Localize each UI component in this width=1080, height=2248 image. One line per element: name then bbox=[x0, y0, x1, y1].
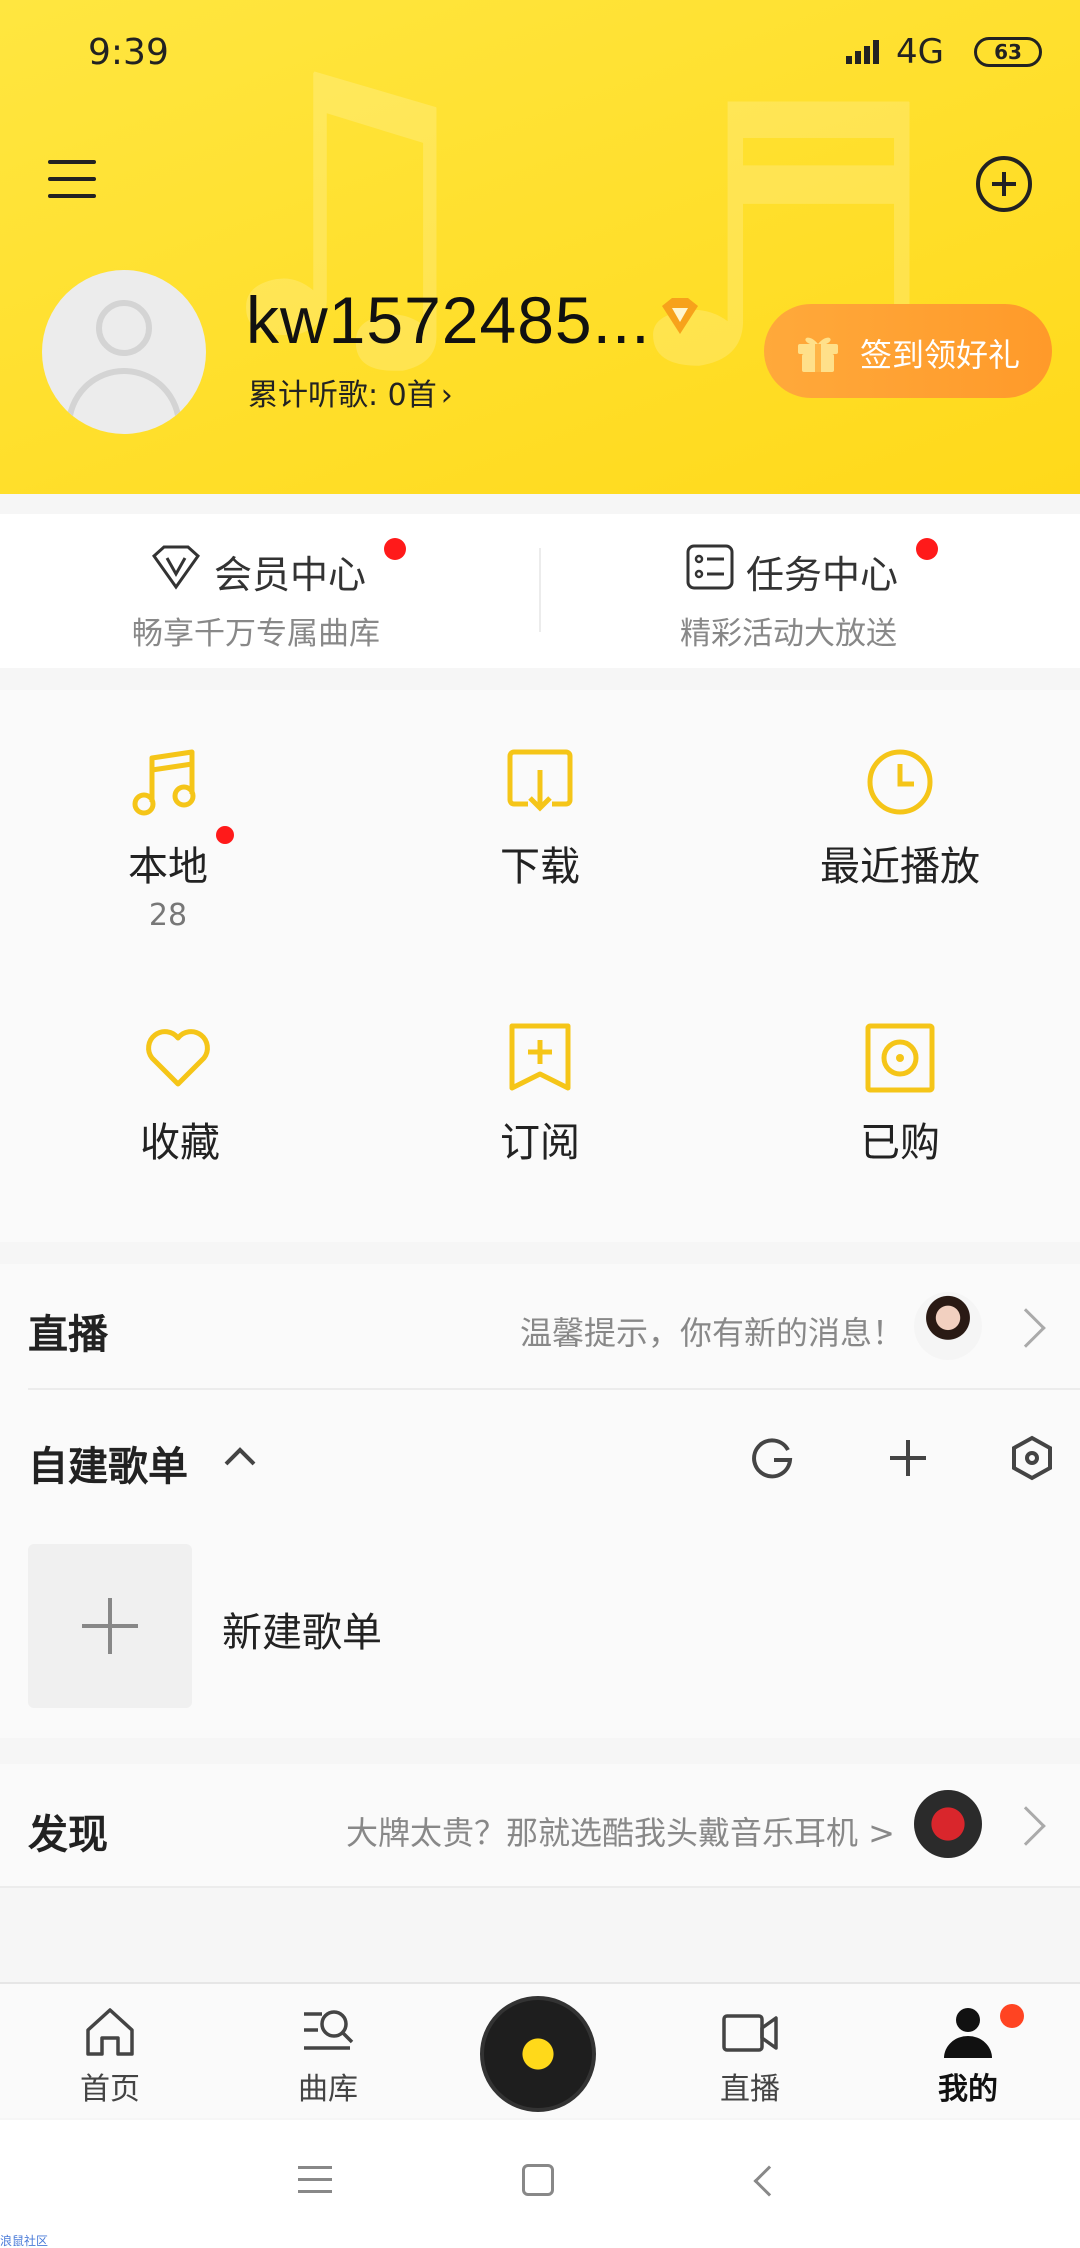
signal-icon bbox=[846, 40, 879, 64]
checkin-button[interactable]: 签到领好礼 bbox=[764, 304, 1052, 398]
live-title: 直播 bbox=[28, 1312, 108, 1358]
chevron-up-icon[interactable] bbox=[222, 1444, 258, 1468]
video-camera-icon bbox=[722, 2014, 778, 2052]
discover-title: 发现 bbox=[28, 1812, 108, 1858]
live-section[interactable]: 直播 温馨提示，你有新的消息！ bbox=[0, 1264, 1080, 1390]
download-icon bbox=[507, 749, 573, 812]
grid-item-download[interactable]: 下载 bbox=[360, 690, 720, 950]
local-count: 28 bbox=[148, 898, 188, 933]
vip-icon bbox=[152, 545, 200, 590]
chevron-right-icon bbox=[1006, 1308, 1046, 1348]
profile-header: ♫ ♬ 9:39 4G 63 kw1572485... 累计听歌: 0首 › 签… bbox=[0, 0, 1080, 494]
add-icon[interactable] bbox=[884, 1434, 932, 1482]
settings-hexagon-icon[interactable] bbox=[1008, 1434, 1056, 1482]
chevron-right-icon: › bbox=[440, 378, 453, 413]
recent-label: 最近播放 bbox=[820, 844, 980, 890]
divider bbox=[0, 1886, 1080, 1888]
recent-apps-icon[interactable] bbox=[298, 2166, 332, 2196]
library-search-icon bbox=[304, 2010, 354, 2050]
music-note-icon bbox=[132, 749, 196, 816]
tab-home[interactable]: 首页 bbox=[30, 1984, 190, 2120]
subscribe-label: 订阅 bbox=[500, 1120, 580, 1166]
menu-icon[interactable] bbox=[48, 160, 96, 204]
gift-icon bbox=[798, 337, 838, 372]
task-list-icon bbox=[686, 544, 734, 590]
tab-library[interactable]: 曲库 bbox=[248, 1984, 408, 2120]
listen-count-text: 累计听歌: 0首 bbox=[248, 378, 437, 413]
vip-center-subtitle: 畅享千万专属曲库 bbox=[132, 616, 380, 652]
import-icon[interactable] bbox=[748, 1434, 796, 1482]
new-playlist-label[interactable]: 新建歌单 bbox=[222, 1600, 382, 1658]
checkin-label: 签到领好礼 bbox=[860, 336, 1021, 374]
grid-item-subscribe[interactable]: 订阅 bbox=[360, 966, 720, 1226]
grid-item-purchased[interactable]: 已购 bbox=[720, 966, 1080, 1226]
chevron-right-icon bbox=[1006, 1806, 1046, 1846]
live-host-thumbnail bbox=[914, 1292, 982, 1360]
status-time: 9:39 bbox=[88, 32, 169, 73]
notification-dot bbox=[1000, 2004, 1024, 2028]
user-icon bbox=[944, 2008, 992, 2058]
username[interactable]: kw1572485... bbox=[246, 282, 651, 358]
home-button-icon[interactable] bbox=[522, 2164, 554, 2196]
home-icon bbox=[86, 2008, 134, 2056]
vip-diamond-icon[interactable] bbox=[658, 296, 702, 336]
favorite-label: 收藏 bbox=[140, 1120, 220, 1166]
discover-section[interactable]: 发现 大牌太贵？那就选酷我头戴音乐耳机 > bbox=[0, 1764, 1080, 1888]
clock-icon bbox=[867, 749, 933, 815]
tab-live-label: 直播 bbox=[720, 2072, 780, 2107]
tab-mine-label: 我的 bbox=[938, 2072, 998, 2107]
task-center[interactable]: 任务中心 精彩活动大放送 bbox=[540, 514, 1080, 668]
add-circle-icon[interactable] bbox=[976, 156, 1032, 212]
new-playlist-button[interactable] bbox=[28, 1544, 192, 1708]
notification-dot bbox=[916, 538, 938, 560]
grid-item-favorite[interactable]: 收藏 bbox=[0, 966, 360, 1226]
tab-mine[interactable]: 我的 bbox=[888, 1984, 1048, 2120]
local-label: 本地 bbox=[128, 844, 208, 890]
my-music-grid: 本地 28 下载 最近播放 收藏 订阅 已购 bbox=[0, 690, 1080, 1242]
tab-live[interactable]: 直播 bbox=[670, 1984, 830, 2120]
vip-center[interactable]: 会员中心 畅享千万专属曲库 bbox=[0, 514, 540, 668]
battery-indicator: 63 bbox=[974, 37, 1042, 67]
headphone-thumbnail bbox=[914, 1790, 982, 1858]
grid-item-recent[interactable]: 最近播放 bbox=[720, 690, 1080, 950]
bottom-tab-bar: 首页 曲库 直播 我的 bbox=[0, 1982, 1080, 2118]
watermark: 浪鼠社区 bbox=[0, 2234, 49, 2248]
member-task-row: 会员中心 畅享千万专属曲库 任务中心 精彩活动大放送 bbox=[0, 514, 1080, 668]
tab-home-label: 首页 bbox=[80, 2072, 140, 2107]
task-center-title: 任务中心 bbox=[746, 553, 899, 597]
download-label: 下载 bbox=[500, 844, 580, 890]
system-navigation-bar bbox=[0, 2120, 1080, 2248]
bookmark-add-icon bbox=[509, 1023, 571, 1091]
grid-item-local[interactable]: 本地 28 bbox=[0, 690, 360, 950]
notification-dot bbox=[384, 538, 406, 560]
now-playing-disc[interactable] bbox=[480, 1996, 596, 2112]
network-type: 4G bbox=[896, 32, 944, 72]
discover-tip: 大牌太贵？那就选酷我头戴音乐耳机 > bbox=[346, 1814, 895, 1852]
notification-dot bbox=[216, 826, 234, 844]
purchased-label: 已购 bbox=[860, 1120, 940, 1166]
tab-library-label: 曲库 bbox=[298, 2072, 358, 2107]
status-bar: 9:39 4G 63 bbox=[0, 28, 1080, 78]
back-icon[interactable] bbox=[753, 2165, 785, 2197]
listen-count[interactable]: 累计听歌: 0首 › bbox=[248, 370, 453, 414]
avatar[interactable] bbox=[42, 270, 206, 434]
playlist-title[interactable]: 自建歌单 bbox=[28, 1434, 188, 1492]
heart-icon bbox=[146, 1029, 210, 1087]
disc-box-icon bbox=[865, 1023, 935, 1093]
live-tip: 温馨提示，你有新的消息！ bbox=[520, 1314, 905, 1352]
task-center-subtitle: 精彩活动大放送 bbox=[680, 616, 897, 652]
vip-center-title: 会员中心 bbox=[214, 553, 367, 597]
